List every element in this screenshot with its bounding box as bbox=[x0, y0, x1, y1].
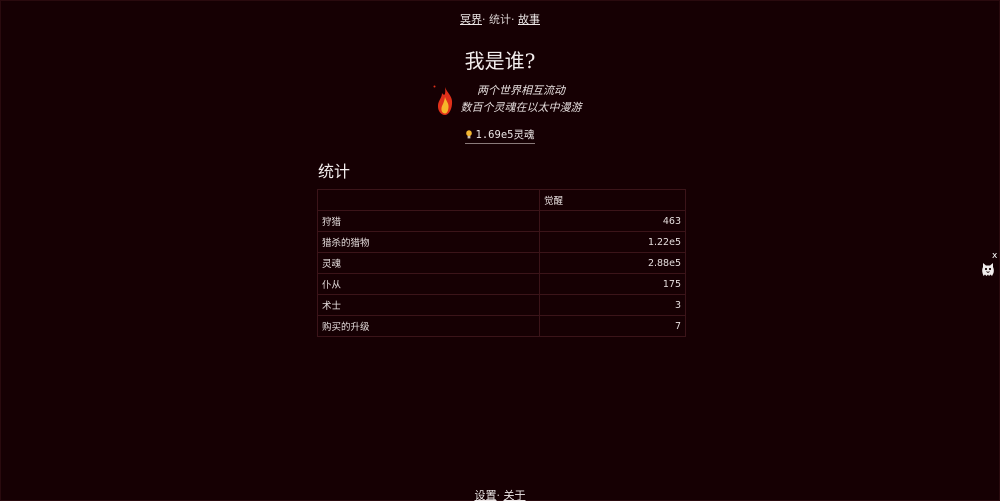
nav-item-stats: 统计 bbox=[489, 13, 511, 26]
nav-link-story[interactable]: 故事 bbox=[518, 13, 540, 26]
row-label: 购买的升级 bbox=[317, 315, 540, 337]
row-value: 175 bbox=[539, 273, 686, 295]
soul-counter-button[interactable]: 1.69e5灵魂 bbox=[464, 127, 536, 144]
lightbulb-icon bbox=[465, 130, 472, 139]
footer-separator: · bbox=[496, 489, 504, 501]
table-row: 灵魂 2.88e5 bbox=[317, 252, 686, 274]
page-title: 我是谁? bbox=[464, 49, 536, 73]
ghost-icon[interactable] bbox=[981, 261, 995, 277]
subtitle: 两个世界相互流动 数百个灵魂在以太中漫游 bbox=[451, 82, 591, 116]
top-nav: 冥界· 统计· 故事 bbox=[1, 11, 999, 27]
soul-counter: 1.69e5灵魂 bbox=[1, 127, 999, 144]
page: 冥界· 统计· 故事 我是谁? 两个世界相互流动 数百个灵魂在以太中漫游 1.6… bbox=[0, 0, 1000, 501]
footer-nav: 设置· 关于 bbox=[1, 487, 999, 501]
soul-amount: 1.69e5 bbox=[475, 129, 514, 141]
nav-separator: · bbox=[511, 13, 518, 26]
settings-link[interactable]: 设置 bbox=[475, 489, 497, 501]
row-label: 灵魂 bbox=[317, 252, 540, 274]
ghost-widget: x bbox=[979, 251, 999, 279]
row-value: 7 bbox=[539, 315, 686, 337]
stats-table: 觉醒 狩猎 463 猎杀的猎物 1.22e5 灵魂 2.88e5 仆从 175 … bbox=[317, 189, 686, 337]
row-label: 术士 bbox=[317, 294, 540, 316]
stats-heading: 统计 bbox=[318, 162, 351, 181]
row-label: 仆从 bbox=[317, 273, 540, 295]
nav-link-underworld[interactable]: 冥界 bbox=[460, 13, 482, 26]
table-row: 购买的升级 7 bbox=[317, 315, 686, 337]
row-value: 1.22e5 bbox=[539, 231, 686, 253]
row-label: 猎杀的猎物 bbox=[317, 231, 540, 253]
row-value: 463 bbox=[539, 210, 686, 232]
table-row: 术士 3 bbox=[317, 294, 686, 316]
subtitle-line-1: 两个世界相互流动 bbox=[477, 84, 565, 97]
table-row: 猎杀的猎物 1.22e5 bbox=[317, 231, 686, 253]
row-label: 狩猎 bbox=[317, 210, 540, 232]
table-row: 狩猎 463 bbox=[317, 210, 686, 232]
soul-unit: 灵魂 bbox=[513, 129, 535, 141]
row-value: 2.88e5 bbox=[539, 252, 686, 274]
nav-separator: · bbox=[482, 13, 489, 26]
header-empty-cell bbox=[317, 189, 540, 211]
row-value: 3 bbox=[539, 294, 686, 316]
column-header-awakening: 觉醒 bbox=[539, 189, 686, 211]
about-link[interactable]: 关于 bbox=[504, 489, 526, 501]
table-header-row: 觉醒 bbox=[317, 189, 686, 211]
table-row: 仆从 175 bbox=[317, 273, 686, 295]
close-icon[interactable]: x bbox=[992, 251, 997, 261]
subtitle-line-2: 数百个灵魂在以太中漫游 bbox=[460, 101, 582, 114]
